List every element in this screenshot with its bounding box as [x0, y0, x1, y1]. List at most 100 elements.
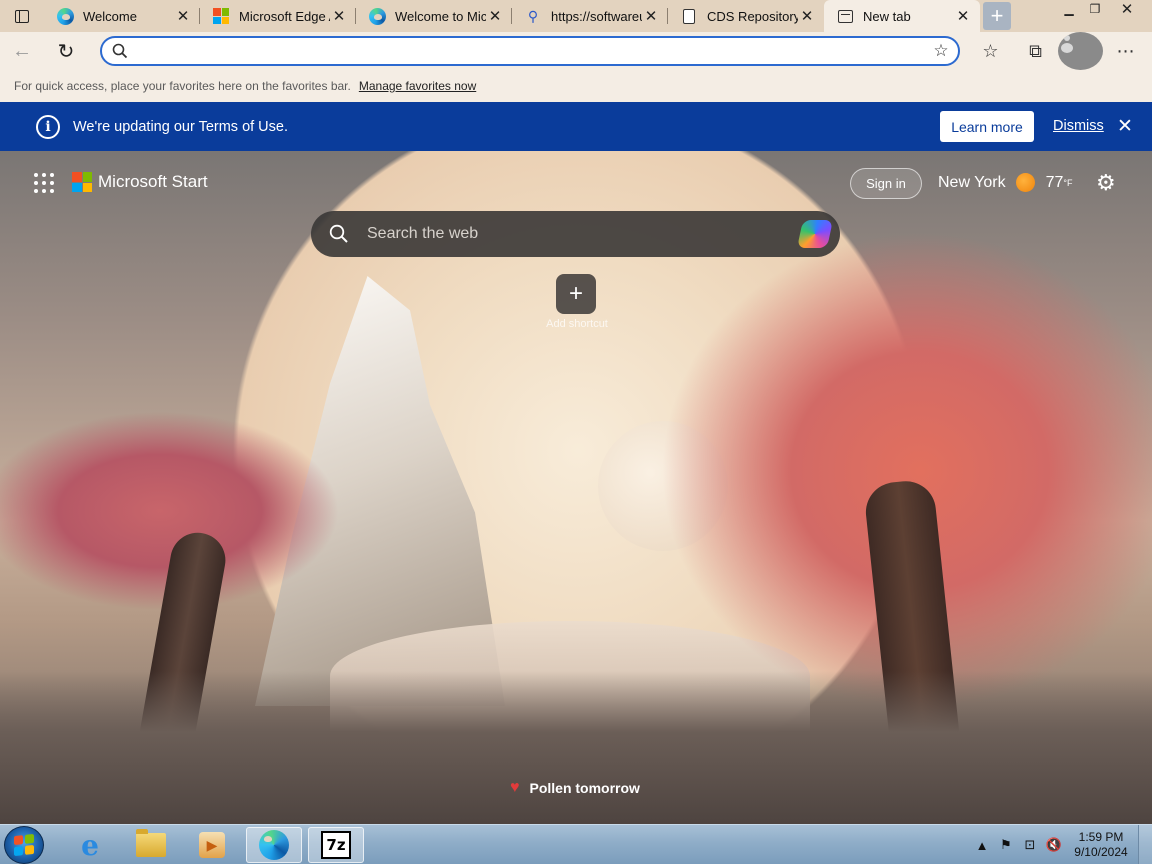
new-tab-button[interactable]: + [983, 2, 1011, 30]
page-settings-icon[interactable]: ⚙ [1096, 170, 1116, 196]
pollen-label: Pollen tomorrow [529, 780, 640, 796]
background-rocks [0, 671, 1152, 824]
close-tab-icon[interactable]: ✕ [486, 7, 504, 25]
clock-time: 1:59 PM [1078, 830, 1124, 844]
windows-taskbar: e ▶ 7z ▲ ⚑ ⊡ 🔇 1:59 PM 9/10/2024 [0, 824, 1152, 864]
search-placeholder: Search the web [367, 225, 479, 242]
tab-actions-icon [15, 9, 29, 23]
sign-in-button[interactable]: Sign in [850, 168, 922, 199]
close-window-button[interactable]: ✕ [1108, 0, 1146, 18]
favorites-icon: ☆ [982, 40, 999, 61]
taskbar-file-explorer[interactable] [123, 827, 179, 863]
tab-software-url[interactable]: ⚲ https://softwareu ✕ [512, 0, 668, 32]
tab-welcome-to-microsoft[interactable]: Welcome to Mic ✕ [356, 0, 512, 32]
brand-name: Microsoft Start [98, 172, 208, 191]
pollen-icon: ♥ [510, 779, 520, 796]
dismiss-link[interactable]: Dismiss [1053, 118, 1104, 134]
tab-title: Microsoft Edge A [239, 8, 330, 24]
edge-icon [56, 7, 74, 25]
microsoft-icon [212, 7, 230, 25]
search-icon: ⚲ [527, 7, 539, 24]
close-tab-icon[interactable]: ✕ [174, 7, 192, 25]
info-icon: i [36, 114, 60, 139]
windows-logo-icon [14, 833, 34, 857]
weather-widget[interactable]: New York 77 °F [938, 173, 1073, 192]
tab-microsoft-edge[interactable]: Microsoft Edge A ✕ [200, 0, 356, 32]
taskbar-media-player[interactable]: ▶ [184, 827, 240, 863]
banner-message: We're updating our Terms of Use. [73, 118, 289, 135]
7zip-icon: 7z [321, 831, 351, 859]
show-hidden-icons-icon[interactable]: ▲ [970, 838, 994, 853]
taskbar-internet-explorer[interactable]: e [62, 827, 118, 863]
copilot-icon[interactable] [797, 220, 833, 248]
taskbar-microsoft-edge[interactable] [246, 827, 302, 863]
weather-unit: °F [1063, 177, 1073, 188]
pollen-widget[interactable]: ♥ Pollen tomorrow [510, 779, 640, 797]
tab-title: https://softwareu [551, 8, 642, 24]
plus-icon: + [990, 3, 1004, 28]
browser-toolbar: ← ↻ ☆ ☆ ⧉ ⋯ [0, 32, 1152, 70]
collections-button[interactable]: ⧉ [1013, 32, 1058, 70]
internet-explorer-icon: e [81, 828, 99, 862]
tab-title: Welcome to Mic [395, 8, 486, 24]
close-tab-icon[interactable]: ✕ [798, 7, 816, 25]
web-search-box[interactable]: Search the web [311, 211, 840, 257]
search-icon [311, 224, 367, 244]
show-desktop-button[interactable] [1138, 825, 1152, 864]
terms-banner: i We're updating our Terms of Use. Learn… [0, 102, 1152, 151]
tab-title: Welcome [83, 8, 137, 24]
tab-title: CDS Repository [707, 8, 798, 24]
new-tab-icon [836, 7, 854, 25]
media-player-icon: ▶ [199, 832, 225, 858]
weather-temp: 77 [1045, 173, 1064, 191]
start-button[interactable] [4, 826, 44, 864]
refresh-button[interactable]: ↻ [44, 32, 88, 70]
more-icon: ⋯ [1116, 40, 1135, 61]
learn-more-button[interactable]: Learn more [940, 111, 1034, 142]
tab-actions-button[interactable] [0, 0, 44, 32]
plus-icon: + [568, 280, 583, 307]
favorites-button[interactable]: ☆ [968, 32, 1013, 70]
close-tab-icon[interactable]: ✕ [954, 7, 972, 25]
close-tab-icon[interactable]: ✕ [642, 7, 660, 25]
clock-date: 9/10/2024 [1074, 845, 1128, 859]
tab-cds-repository[interactable]: CDS Repository ✕ [668, 0, 824, 32]
taskbar-7zip[interactable]: 7z [308, 827, 364, 863]
back-button[interactable]: ← [0, 32, 44, 70]
system-tray: ▲ ⚑ ⊡ 🔇 [970, 825, 1066, 864]
manage-favorites-link[interactable]: Manage favorites now [359, 79, 476, 93]
network-icon[interactable]: ⊡ [1018, 837, 1042, 853]
favorites-hint: For quick access, place your favorites h… [14, 79, 351, 93]
profile-button[interactable] [1058, 32, 1103, 70]
app-launcher-icon[interactable] [34, 173, 54, 193]
close-tab-icon[interactable]: ✕ [330, 7, 348, 25]
add-favorite-icon[interactable]: ☆ [924, 41, 958, 61]
tab-welcome[interactable]: Welcome ✕ [44, 0, 200, 32]
back-arrow-icon: ← [12, 39, 32, 62]
profile-icon [1058, 32, 1103, 70]
tab-title: New tab [863, 8, 911, 24]
edge-icon [259, 830, 289, 860]
add-shortcut-button[interactable]: + [556, 274, 596, 314]
tab-new-tab[interactable]: New tab ✕ [824, 0, 980, 32]
folder-icon [136, 829, 166, 857]
taskbar-clock[interactable]: 1:59 PM 9/10/2024 [1062, 830, 1140, 860]
add-shortcut-label: Add shortcut [546, 318, 608, 330]
action-center-flag-icon[interactable]: ⚑ [994, 837, 1018, 853]
tab-strip: Welcome ✕ Microsoft Edge A ✕ Welcome to … [0, 0, 1152, 32]
sunny-icon [1015, 173, 1035, 192]
microsoft-start-logo[interactable]: Microsoft Start [72, 172, 208, 192]
collections-icon: ⧉ [1029, 40, 1042, 61]
settings-menu-button[interactable]: ⋯ [1103, 32, 1148, 70]
restore-button[interactable]: ❐ [1082, 0, 1108, 18]
document-icon [680, 7, 698, 25]
start-header: Microsoft Start Sign in New York 77 °F ⚙ [0, 151, 1152, 211]
minimize-button[interactable]: ▁ [1056, 0, 1082, 18]
edge-icon [368, 7, 386, 25]
refresh-icon: ↻ [57, 40, 75, 63]
favorites-bar: For quick access, place your favorites h… [0, 70, 1152, 102]
address-bar[interactable]: ☆ [100, 36, 960, 66]
microsoft-icon [72, 172, 92, 192]
address-input[interactable] [138, 43, 924, 59]
close-banner-icon[interactable]: ✕ [1117, 115, 1133, 138]
